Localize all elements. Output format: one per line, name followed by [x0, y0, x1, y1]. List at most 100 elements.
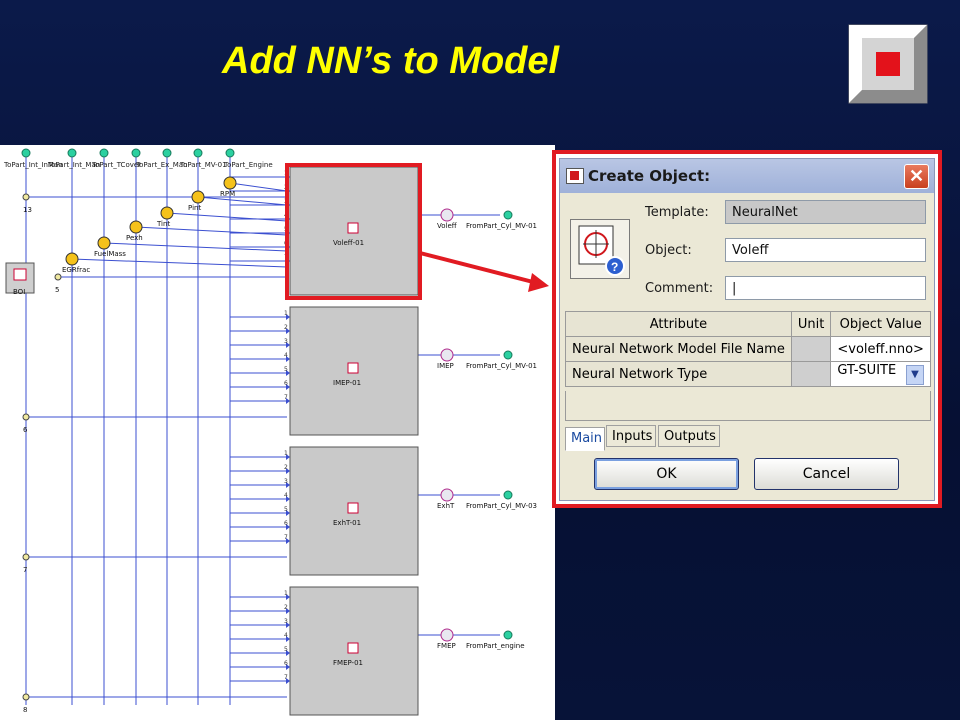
- object-name-input[interactable]: Voleff: [725, 238, 926, 262]
- target-label: FromPart_Cyl_MV-03: [466, 502, 537, 510]
- nn-block-label: Voleff-01: [333, 239, 364, 247]
- chevron-down-icon[interactable]: ▼: [906, 365, 924, 385]
- nn-block-label: IMEP-01: [333, 379, 361, 387]
- slide-title: Add NN’s to Model: [222, 40, 560, 82]
- port-number: 7: [284, 674, 288, 681]
- sensor-label: FuelMass: [94, 250, 126, 258]
- tab-inputs[interactable]: Inputs: [606, 425, 656, 447]
- attribute-table: Attribute Unit Object Value Neural Netwo…: [565, 311, 931, 387]
- table-row: Neural Network Model File Name <voleff.n…: [565, 336, 931, 362]
- nn-block-label: FMEP-01: [333, 659, 363, 667]
- inlet-node: [131, 148, 141, 158]
- boi-label: BOI: [13, 288, 25, 296]
- nn-block-icon: [347, 222, 359, 234]
- junction-label: 5: [55, 286, 59, 294]
- boi-block[interactable]: BOI: [5, 262, 35, 296]
- junction-label: 7: [23, 566, 27, 574]
- junction-node: [22, 193, 30, 201]
- port-number: 7: [284, 534, 288, 541]
- sensor-icon: [223, 176, 237, 190]
- svg-text:?: ?: [611, 260, 618, 274]
- outlet-node: [503, 490, 513, 500]
- port-number: 5: [284, 506, 288, 513]
- sensor-icon: [160, 206, 174, 220]
- port-number: 5: [284, 646, 288, 653]
- nn-block-label: ExhT-01: [333, 519, 361, 527]
- port-number: 2: [284, 324, 288, 331]
- close-icon[interactable]: ✕: [904, 164, 929, 189]
- sensor-label: Pexh: [126, 234, 143, 242]
- inlet-node: [99, 148, 109, 158]
- model-file-value[interactable]: <voleff.nno>: [830, 336, 931, 362]
- port-number: 1: [284, 450, 288, 457]
- port-number: 3: [284, 338, 288, 345]
- sensor-icon: [191, 190, 205, 204]
- port-number: 6: [284, 520, 288, 527]
- inlet-label: ToPart_Engine: [223, 161, 273, 169]
- neural-net-template-icon: ?: [570, 219, 630, 279]
- junction-label: 6: [23, 426, 28, 434]
- stop-icon[interactable]: [848, 24, 928, 104]
- ok-button[interactable]: OK: [594, 458, 739, 490]
- dialog-title: Create Object:: [588, 167, 711, 185]
- unit-cell[interactable]: [790, 361, 832, 387]
- table-row: Neural Network Type GT-SUITE ▼: [565, 361, 931, 387]
- output-sensor-icon: [440, 488, 454, 502]
- sensor-icon: [65, 252, 79, 266]
- template-field: NeuralNet: [725, 200, 926, 224]
- inlet-node: [225, 148, 235, 158]
- inlet-label: ToPart_TCover: [91, 161, 141, 169]
- network-type-value: GT-SUITE: [837, 363, 897, 378]
- target-label: FromPart_engine: [466, 642, 525, 650]
- inlet-label: ToPart_MV-01: [179, 161, 227, 169]
- app-icon: [566, 168, 584, 184]
- template-label: Template:: [645, 205, 709, 220]
- object-value-header: Object Value: [830, 311, 931, 337]
- attribute-name: Neural Network Type: [565, 361, 792, 387]
- port-number: 3: [284, 618, 288, 625]
- output-label: IMEP: [437, 362, 454, 370]
- inlet-node: [193, 148, 203, 158]
- port-number: 2: [284, 464, 288, 471]
- object-label: Object:: [645, 243, 692, 258]
- output-sensor-icon: [440, 348, 454, 362]
- outlet-node: [503, 630, 513, 640]
- junction-node: [54, 273, 62, 281]
- sensor-label: EGRfrac: [62, 266, 90, 274]
- port-number: 4: [284, 492, 288, 499]
- junction-label: 13: [23, 206, 32, 214]
- inlet-node: [21, 148, 31, 158]
- dialog-titlebar[interactable]: Create Object: ✕: [560, 159, 934, 193]
- outlet-node: [503, 210, 513, 220]
- port-number: 3: [284, 478, 288, 485]
- output-sensor-icon: [440, 208, 454, 222]
- comment-input[interactable]: |: [725, 276, 926, 300]
- sensor-icon: [129, 220, 143, 234]
- port-number: 6: [284, 380, 288, 387]
- nn-block-icon: [347, 502, 359, 514]
- unit-cell[interactable]: [790, 336, 832, 362]
- port-number: 4: [284, 352, 288, 359]
- tab-outputs[interactable]: Outputs: [658, 425, 720, 447]
- network-type-select[interactable]: GT-SUITE ▼: [830, 361, 931, 387]
- sensor-label: Pint: [188, 204, 201, 212]
- junction-node: [22, 413, 30, 421]
- target-label: FromPart_Cyl_MV-01: [466, 222, 537, 230]
- cancel-button[interactable]: Cancel: [754, 458, 899, 490]
- output-label: FMEP: [437, 642, 456, 650]
- output-label: Voleff: [437, 222, 457, 230]
- tab-main[interactable]: Main: [565, 427, 605, 451]
- port-number: 5: [284, 366, 288, 373]
- nn-block-icon: [347, 362, 359, 374]
- create-object-dialog: Create Object: ✕ ? Template: NeuralNet O…: [559, 158, 935, 501]
- model-diagram[interactable]: ToPart_Int_InMan ToPart_Int_Man ToPart_TCo…: [0, 145, 555, 720]
- port-number: 6: [284, 660, 288, 667]
- target-label: FromPart_Cyl_MV-01: [466, 362, 537, 370]
- output-sensor-icon: [440, 628, 454, 642]
- junction-label: 8: [23, 706, 27, 714]
- port-number: 4: [284, 632, 288, 639]
- attribute-header: Attribute: [565, 311, 792, 337]
- attribute-name: Neural Network Model File Name: [565, 336, 792, 362]
- unit-header: Unit: [790, 311, 832, 337]
- port-number: 1: [284, 310, 288, 317]
